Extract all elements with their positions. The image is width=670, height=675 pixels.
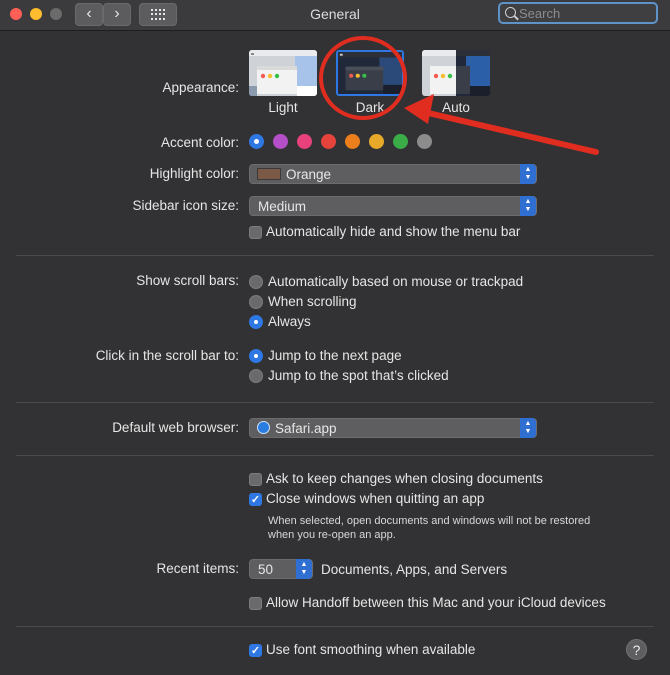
jump-next-page-label: Jump to the next page [268,348,402,363]
click-scroll-label: Click in the scroll bar to: [95,348,239,363]
divider [16,626,654,627]
appearance-light-caption: Light [268,100,298,115]
updown-chevron-icon: ▲ ▼ [520,196,536,216]
divider [16,402,654,403]
annotation-arrow [404,94,599,155]
annotation-circle [319,36,407,120]
recent-items-suffix: Documents, Apps, and Servers [321,562,508,577]
accent-yellow-swatch[interactable] [369,134,384,149]
close-windows-note-line2: when you re-open an app. [268,529,396,541]
close-windows-checkbox[interactable]: ✓ [249,493,262,506]
default-browser-popup[interactable]: Safari.app ▲ ▼ [249,418,537,438]
handoff-label: Allow Handoff between this Mac and your … [266,595,606,610]
safari-icon [257,421,270,434]
jump-to-spot-label: Jump to the spot that’s clicked [268,368,449,383]
system-preferences-window: ‹ › General Appearance: Light [0,0,670,675]
accent-blue-swatch[interactable] [249,134,264,149]
updown-chevron-icon: ▲ ▼ [296,559,312,579]
recent-items-label: Recent items: [156,561,239,576]
recent-items-value: 50 [258,562,274,577]
appearance-light-thumbnail[interactable] [249,50,317,96]
search-input[interactable] [519,5,649,21]
accent-color-label: Accent color: [160,135,239,150]
appearance-label: Appearance: [162,80,239,95]
scroll-bars-label: Show scroll bars: [136,273,239,288]
scroll-always-radio[interactable] [249,315,263,329]
handoff-checkbox[interactable] [249,597,262,610]
ask-keep-changes-label: Ask to keep changes when closing documen… [266,471,543,486]
highlight-color-label: Highlight color: [149,166,239,181]
recent-items-popup[interactable]: 50 ▲ ▼ [249,559,313,579]
updown-chevron-icon: ▲ ▼ [520,164,536,184]
sidebar-icon-size-label: Sidebar icon size: [132,198,239,213]
updown-chevron-icon: ▲ ▼ [520,418,536,438]
help-button[interactable]: ? [626,639,647,660]
sidebar-icon-size-value: Medium [258,199,307,214]
accent-pink-swatch[interactable] [297,134,312,149]
menu-bar-label: Automatically hide and show the menu bar [266,224,521,239]
font-smoothing-checkbox[interactable]: ✓ [249,644,262,657]
default-browser-value: Safari.app [275,421,337,436]
divider [16,455,654,456]
sidebar-icon-size-popup[interactable]: Medium ▲ ▼ [249,196,537,216]
scroll-when-scrolling-label: When scrolling [268,294,357,309]
title-bar: ‹ › General [0,0,670,31]
accent-red-swatch[interactable] [321,134,336,149]
search-field[interactable] [498,2,658,24]
scroll-always-label: Always [268,314,311,329]
highlight-color-value: Orange [286,167,332,182]
search-icon [505,7,516,18]
divider [16,255,654,256]
jump-to-spot-radio[interactable] [249,369,263,383]
default-browser-label: Default web browser: [112,420,239,435]
accent-orange-swatch[interactable] [345,134,360,149]
scroll-auto-radio[interactable] [249,275,263,289]
font-smoothing-label: Use font smoothing when available [266,642,476,657]
highlight-color-popup[interactable]: Orange ▲ ▼ [249,164,537,184]
close-windows-label: Close windows when quitting an app [266,491,485,506]
scroll-when-scrolling-radio[interactable] [249,295,263,309]
menu-bar-checkbox[interactable] [249,226,262,239]
highlight-swatch [257,168,281,180]
accent-purple-swatch[interactable] [273,134,288,149]
jump-next-page-radio[interactable] [249,349,263,363]
close-windows-note-line1: When selected, open documents and window… [268,515,591,527]
scroll-auto-label: Automatically based on mouse or trackpad [268,274,524,289]
ask-keep-changes-checkbox[interactable] [249,473,262,486]
